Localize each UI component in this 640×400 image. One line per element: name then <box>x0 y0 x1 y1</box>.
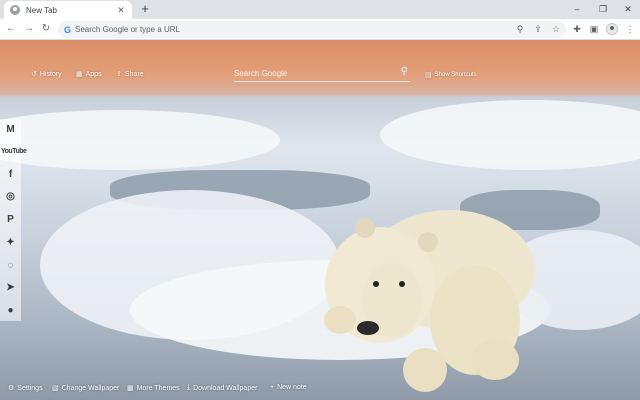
telegram-icon[interactable]: ➤ <box>3 280 18 295</box>
tab-new-tab[interactable]: New Tab ✕ <box>4 1 132 19</box>
facebook-icon[interactable]: f <box>3 167 18 182</box>
browser-toolbar: ← → ↻ G ⚲ ⇪ ☆ ✚ ▣ ⋮ <box>0 19 640 40</box>
apps-grid-icon: ▦ <box>76 71 83 78</box>
download-icon: ⤓ <box>187 384 191 391</box>
ice-floe <box>380 100 640 170</box>
history-label: History <box>39 70 62 78</box>
gear-icon: ⚙ <box>8 385 15 392</box>
chrome-menu-icon[interactable]: ⋮ <box>623 22 637 36</box>
download-wallpaper-button[interactable]: ⤓ Download Wallpaper <box>187 384 257 392</box>
back-button[interactable]: ← <box>4 22 18 36</box>
reload-button[interactable]: ↻ <box>39 22 53 36</box>
download-wallpaper-label: Download Wallpaper <box>193 384 258 392</box>
new-tab-button[interactable]: + <box>138 2 152 16</box>
apps-link[interactable]: ▦ Apps <box>76 70 102 79</box>
new-tab-wallpaper: ↺ History ▦ Apps ⇪ Share ⚲ ▤ Show Shortc… <box>0 40 640 400</box>
more-themes-label: More Themes <box>136 384 180 392</box>
pinterest-icon[interactable]: P <box>3 212 18 227</box>
close-tab-icon[interactable]: ✕ <box>116 5 126 16</box>
history-link[interactable]: ↺ History <box>31 70 62 79</box>
share-link[interactable]: ⇪ Share <box>116 70 144 79</box>
new-note-button[interactable]: + New note <box>270 384 307 391</box>
youtube-icon[interactable]: YouTube <box>1 144 27 159</box>
google-g-icon: G <box>64 24 72 35</box>
shortcuts-icon: ▤ <box>425 72 432 79</box>
social-sidebar: M YouTube f ◎ P ✦ ◌ ➤ ● <box>0 119 27 321</box>
instagram-icon[interactable]: ◎ <box>3 189 18 204</box>
more-themes-button[interactable]: ▦ More Themes <box>127 384 180 393</box>
minimize-button[interactable]: – <box>566 2 588 16</box>
address-bar-input[interactable] <box>75 25 476 34</box>
wallpaper-icon: ▧ <box>52 385 59 392</box>
wallpaper-search: ⚲ <box>234 66 410 82</box>
close-window-button[interactable]: ✕ <box>617 2 639 16</box>
forward-button[interactable]: → <box>22 22 36 36</box>
search-input[interactable] <box>234 66 384 80</box>
reddit-icon[interactable]: ● <box>3 303 18 318</box>
show-shortcuts-label: Show Shortcuts <box>434 72 477 78</box>
side-panel-icon[interactable]: ▣ <box>587 22 601 36</box>
bookmark-star-icon[interactable]: ☆ <box>550 23 562 36</box>
apps-label: Apps <box>85 70 102 78</box>
share-icon[interactable]: ⇪ <box>532 23 544 36</box>
show-shortcuts-link[interactable]: ▤ Show Shortcuts <box>425 71 477 79</box>
gmail-icon[interactable]: M <box>3 122 18 137</box>
restore-button[interactable]: ❐ <box>592 2 614 16</box>
history-icon: ↺ <box>31 71 37 78</box>
omnibox[interactable]: G ⚲ ⇪ ☆ <box>58 21 566 38</box>
change-wallpaper-button[interactable]: ▧ Change Wallpaper <box>52 384 120 393</box>
extensions-icon[interactable]: ✚ <box>570 22 584 36</box>
search-icon[interactable]: ⚲ <box>401 66 408 77</box>
whatsapp-icon[interactable]: ◌ <box>3 258 18 273</box>
share-label: Share <box>124 70 144 78</box>
ice-floe <box>0 110 280 170</box>
themes-grid-icon: ▦ <box>127 385 134 392</box>
settings-label: Settings <box>17 384 43 392</box>
plus-icon: + <box>270 384 275 391</box>
new-note-label: New note <box>277 384 307 391</box>
polar-bear-image <box>324 210 535 392</box>
zoom-icon[interactable]: ⚲ <box>514 23 526 36</box>
share-icon: ⇪ <box>116 71 122 78</box>
settings-button[interactable]: ⚙ Settings <box>8 384 43 393</box>
change-wallpaper-label: Change Wallpaper <box>61 384 120 392</box>
chrome-favicon-icon <box>10 5 20 15</box>
tab-strip: New Tab ✕ + – ❐ ✕ <box>0 0 640 19</box>
tab-title: New Tab <box>26 5 57 15</box>
twitter-icon[interactable]: ✦ <box>3 235 18 250</box>
profile-avatar-icon[interactable] <box>606 23 618 35</box>
